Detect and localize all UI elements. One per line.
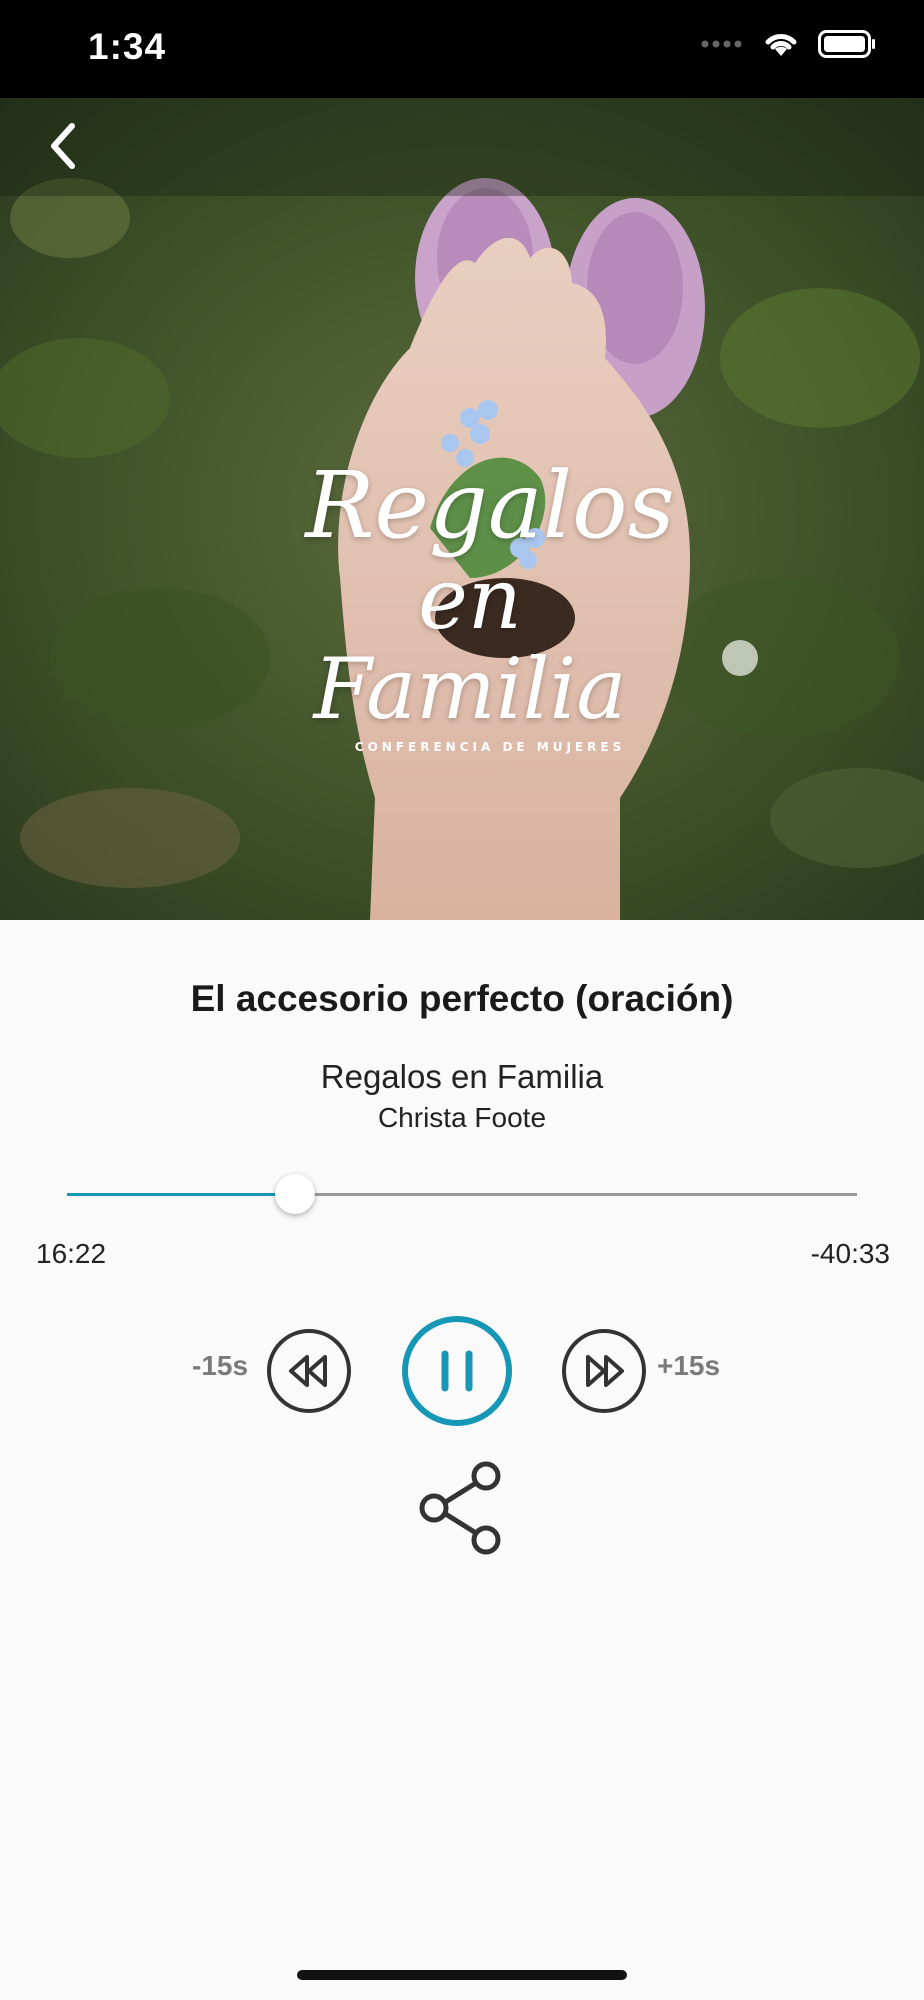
- signal-icon: [701, 40, 742, 48]
- share-button[interactable]: [418, 1460, 508, 1561]
- home-indicator: [297, 1970, 627, 1980]
- album-name: Regalos en Familia: [320, 1058, 604, 1095]
- pause-button[interactable]: [400, 1314, 514, 1433]
- nav-bar: [0, 98, 924, 196]
- status-icons: [700, 30, 876, 58]
- skip-back-label: -15s: [192, 1350, 249, 1381]
- time-remaining: -40:33: [810, 1238, 890, 1269]
- status-time: 1:34: [88, 26, 167, 67]
- artwork-logo-subtitle: en Familia: [313, 550, 627, 738]
- artwork-logo-tagline: CONFERENCIA DE MUJERES: [354, 740, 626, 754]
- progress-thumb[interactable]: [274, 1174, 315, 1214]
- artist-name: Christa Foote: [377, 1102, 547, 1133]
- artwork-logo-title: Regalos: [305, 452, 675, 559]
- album-artwork: Regalos en Familia CONFERENCIA DE MUJERE…: [0, 98, 924, 920]
- time-elapsed: 16:22: [36, 1238, 107, 1269]
- rewind-icon: [267, 1329, 351, 1413]
- fast-forward-button[interactable]: [561, 1328, 647, 1419]
- back-button[interactable]: [30, 114, 94, 178]
- battery-icon: [818, 30, 875, 58]
- pause-icon: [402, 1316, 512, 1426]
- progress-fill: [67, 1193, 295, 1196]
- status-bar: 1:34: [0, 0, 924, 98]
- track-title: El accesorio perfecto (oración): [190, 978, 734, 1019]
- player-screen: 1:34 Regalos en Familia CONFERENCIA DE M…: [0, 0, 924, 2000]
- progress-slider[interactable]: [67, 1174, 857, 1214]
- fast-forward-icon: [562, 1329, 646, 1413]
- artwork-logo: Regalos en Familia CONFERENCIA DE MUJERE…: [250, 452, 690, 755]
- rewind-button[interactable]: [266, 1328, 352, 1419]
- wifi-icon: [765, 34, 797, 56]
- skip-forward-label: +15s: [657, 1350, 721, 1381]
- share-icon: [419, 1461, 501, 1555]
- chevron-left-icon: [51, 123, 75, 169]
